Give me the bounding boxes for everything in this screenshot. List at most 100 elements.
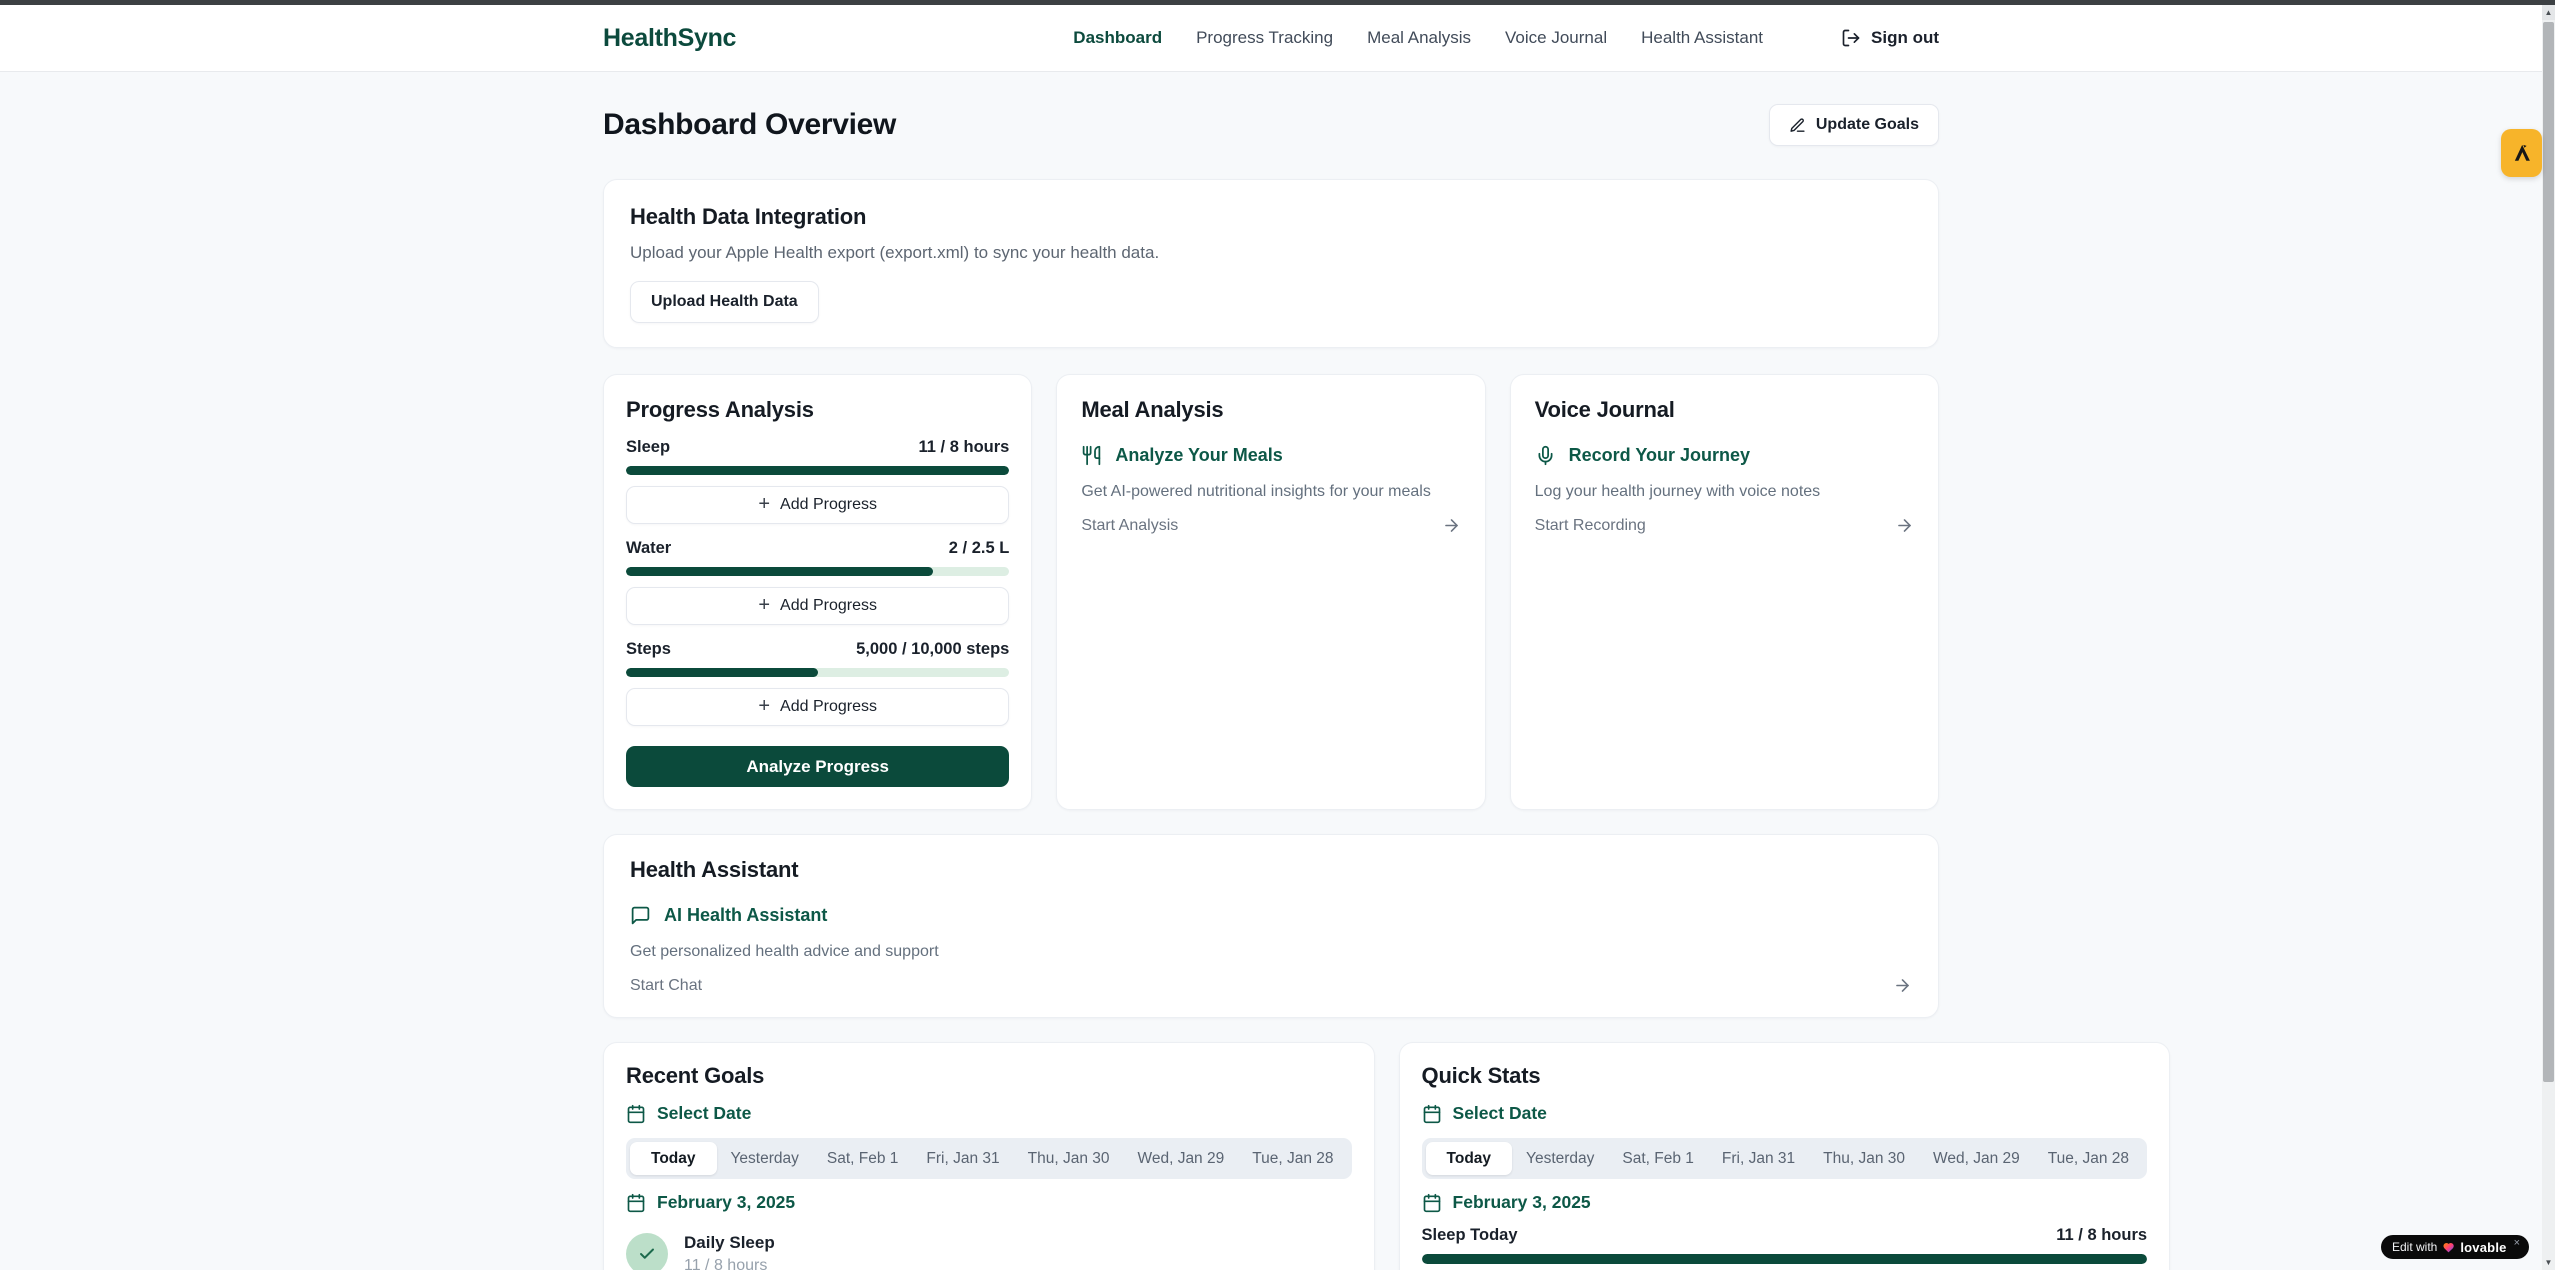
calendar-icon: [626, 1193, 646, 1213]
add-progress-label: Add Progress: [780, 597, 877, 615]
check-icon: [638, 1245, 656, 1263]
arrow-right-icon: [1442, 516, 1461, 535]
brand-logo[interactable]: HealthSync: [603, 24, 736, 53]
feature-link-label: Analyze Your Meals: [1115, 445, 1282, 466]
sleep-today-stat: Sleep Today 11 / 8 hours: [1422, 1226, 2148, 1245]
add-water-progress-button[interactable]: + Add Progress: [626, 587, 1009, 625]
tab-yesterday[interactable]: Yesterday: [1512, 1142, 1608, 1175]
plus-icon: +: [758, 595, 770, 615]
tab-thu-jan-30[interactable]: Thu, Jan 30: [1809, 1142, 1919, 1175]
ai-health-assistant-link[interactable]: AI Health Assistant: [630, 905, 1912, 926]
action-label: Start Recording: [1535, 517, 1646, 535]
tab-today[interactable]: Today: [630, 1142, 717, 1175]
selected-date-label: February 3, 2025: [657, 1192, 795, 1213]
tab-sat-feb-1[interactable]: Sat, Feb 1: [1608, 1142, 1708, 1175]
action-label: Start Chat: [630, 977, 702, 995]
nav-voice-journal[interactable]: Voice Journal: [1505, 28, 1607, 48]
upload-health-data-button[interactable]: Upload Health Data: [630, 281, 819, 323]
add-steps-progress-button[interactable]: + Add Progress: [626, 688, 1009, 726]
date-tab-strip: Today Yesterday Sat, Feb 1 Fri, Jan 31 T…: [626, 1138, 1352, 1179]
recent-goals-card: Recent Goals Select Date Today Yesterday…: [603, 1042, 1375, 1270]
metric-label: Steps: [626, 640, 671, 659]
plus-icon: +: [758, 696, 770, 716]
action-label: Start Analysis: [1081, 517, 1178, 535]
update-goals-button[interactable]: Update Goals: [1769, 104, 1939, 146]
tab-fri-jan-31[interactable]: Fri, Jan 31: [1708, 1142, 1809, 1175]
top-navigation-bar: HealthSync Dashboard Progress Tracking M…: [0, 5, 2542, 72]
main-nav: Dashboard Progress Tracking Meal Analysi…: [1073, 28, 1939, 48]
goal-value: 11 / 8 hours: [684, 1257, 775, 1270]
card-title: Quick Stats: [1422, 1063, 2148, 1089]
calendar-icon: [1422, 1104, 1442, 1124]
goal-name: Daily Sleep: [684, 1233, 775, 1253]
progress-fill: [626, 567, 933, 576]
scroll-up-icon[interactable]: ▲: [2542, 5, 2555, 20]
sleep-progress-bar: [626, 466, 1009, 475]
progress-analysis-card: Progress Analysis Sleep 11 / 8 hours + A…: [603, 374, 1032, 810]
vertical-scrollbar[interactable]: ▲ ▼: [2542, 5, 2555, 1270]
sign-out-button[interactable]: Sign out: [1841, 28, 1939, 48]
close-icon[interactable]: ×: [2514, 1237, 2520, 1249]
nav-meal-analysis[interactable]: Meal Analysis: [1367, 28, 1471, 48]
plus-icon: +: [758, 494, 770, 514]
select-date-button[interactable]: Select Date: [1422, 1103, 2148, 1124]
metric-value: 11 / 8 hours: [919, 438, 1010, 457]
tab-wed-jan-29[interactable]: Wed, Jan 29: [1919, 1142, 2034, 1175]
goal-completed-badge: [626, 1233, 668, 1270]
stat-label: Sleep Today: [1422, 1226, 1518, 1245]
nav-health-assistant[interactable]: Health Assistant: [1641, 28, 1763, 48]
arrow-right-icon: [1895, 516, 1914, 535]
edit-with-lovable-badge[interactable]: Edit with lovable ×: [2381, 1235, 2529, 1259]
nav-progress-tracking[interactable]: Progress Tracking: [1196, 28, 1333, 48]
tab-tue-jan-28[interactable]: Tue, Jan 28: [1238, 1142, 1347, 1175]
utensils-icon: [1081, 445, 1102, 466]
add-sleep-progress-button[interactable]: + Add Progress: [626, 486, 1009, 524]
metric-value: 5,000 / 10,000 steps: [856, 640, 1009, 659]
tab-fri-jan-31[interactable]: Fri, Jan 31: [912, 1142, 1013, 1175]
card-title: Voice Journal: [1535, 397, 1914, 423]
tab-wed-jan-29[interactable]: Wed, Jan 29: [1123, 1142, 1238, 1175]
analyze-your-meals-link[interactable]: Analyze Your Meals: [1081, 445, 1460, 466]
log-out-icon: [1841, 28, 1861, 48]
feature-description: Log your health journey with voice notes: [1535, 483, 1914, 501]
water-metric: Water 2 / 2.5 L + Add Progress: [626, 539, 1009, 625]
badge-brand: lovable: [2460, 1240, 2506, 1255]
page-title: Dashboard Overview: [603, 108, 896, 142]
scroll-down-icon[interactable]: ▼: [2542, 1255, 2555, 1270]
record-your-journey-link[interactable]: Record Your Journey: [1535, 445, 1914, 466]
tab-yesterday[interactable]: Yesterday: [717, 1142, 813, 1175]
tab-thu-jan-30[interactable]: Thu, Jan 30: [1014, 1142, 1124, 1175]
selected-date-display[interactable]: February 3, 2025: [626, 1192, 1352, 1213]
select-date-button[interactable]: Select Date: [626, 1103, 1352, 1124]
meal-analysis-card: Meal Analysis Analyze Your Meals Get AI-…: [1056, 374, 1485, 810]
add-progress-label: Add Progress: [780, 698, 877, 716]
lovable-logo-icon: [2511, 142, 2533, 164]
scrollbar-thumb[interactable]: [2543, 22, 2554, 1082]
tab-tue-jan-28[interactable]: Tue, Jan 28: [2034, 1142, 2143, 1175]
lovable-floating-button[interactable]: [2501, 129, 2542, 177]
health-data-integration-card: Health Data Integration Upload your Appl…: [603, 179, 1939, 348]
card-title: Recent Goals: [626, 1063, 1352, 1089]
selected-date-display[interactable]: February 3, 2025: [1422, 1192, 2148, 1213]
steps-metric: Steps 5,000 / 10,000 steps + Add Progres…: [626, 640, 1009, 726]
start-analysis-action[interactable]: Start Analysis: [1081, 516, 1460, 535]
tab-today[interactable]: Today: [1426, 1142, 1513, 1175]
start-recording-action[interactable]: Start Recording: [1535, 516, 1914, 535]
goal-list-item: Daily Sleep 11 / 8 hours: [626, 1233, 1352, 1270]
card-title: Health Data Integration: [630, 204, 1912, 230]
sleep-today-progress-bar: [1422, 1254, 2148, 1264]
health-assistant-card: Health Assistant AI Health Assistant Get…: [603, 834, 1939, 1018]
feature-link-label: Record Your Journey: [1569, 445, 1750, 466]
water-progress-bar: [626, 567, 1009, 576]
card-title: Progress Analysis: [626, 397, 1009, 423]
feature-link-label: AI Health Assistant: [664, 905, 827, 926]
select-date-label: Select Date: [1453, 1103, 1547, 1124]
progress-fill: [626, 668, 818, 677]
feature-description: Get AI-powered nutritional insights for …: [1081, 483, 1460, 501]
nav-dashboard[interactable]: Dashboard: [1073, 28, 1162, 48]
analyze-progress-button[interactable]: Analyze Progress: [626, 746, 1009, 787]
pencil-icon: [1789, 117, 1806, 134]
metric-label: Sleep: [626, 438, 670, 457]
start-chat-action[interactable]: Start Chat: [630, 976, 1912, 995]
tab-sat-feb-1[interactable]: Sat, Feb 1: [813, 1142, 913, 1175]
